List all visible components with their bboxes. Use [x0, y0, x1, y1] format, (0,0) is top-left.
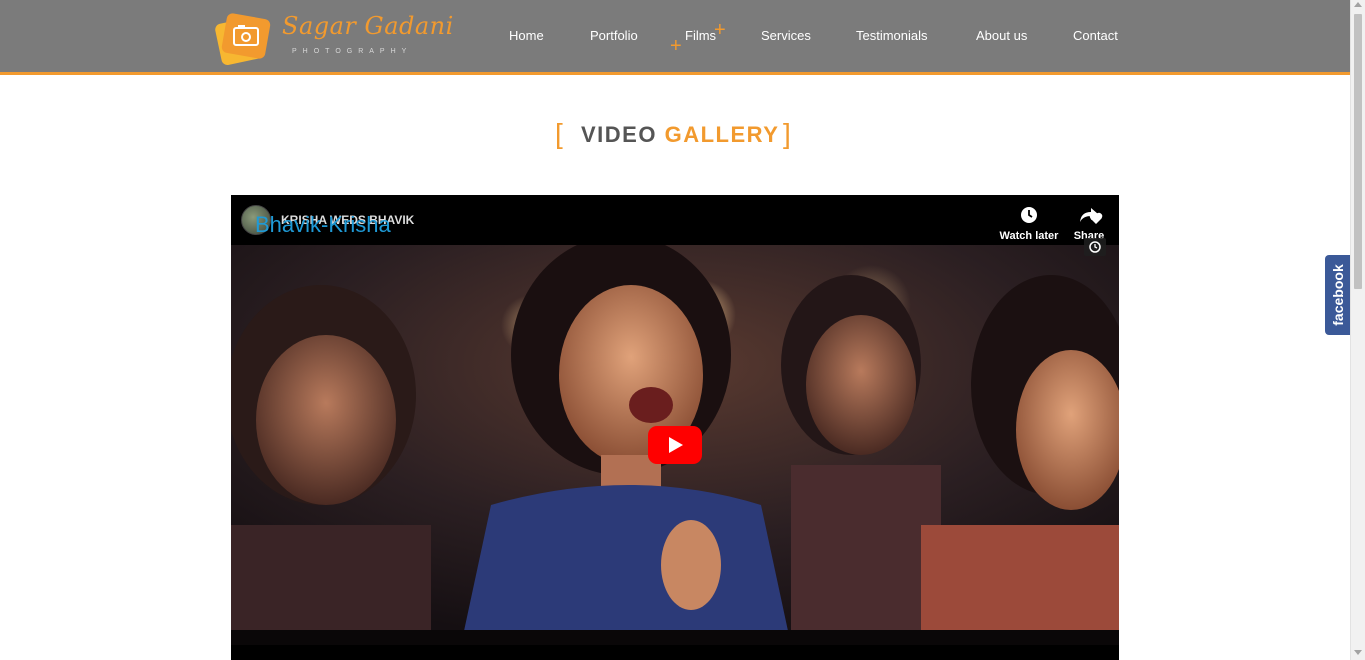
heading-bracket-left: [	[555, 118, 563, 149]
nav-item-portfolio[interactable]: Portfolio	[590, 28, 638, 43]
play-button[interactable]	[648, 426, 702, 464]
clock-small-icon	[1089, 241, 1101, 253]
later-clock-button[interactable]	[1084, 238, 1106, 256]
nav-item-about-us[interactable]: About us	[976, 28, 1027, 43]
nav-item-services[interactable]: Services	[761, 28, 811, 43]
clock-icon	[1021, 207, 1037, 223]
heading-word-video: VIDEO	[581, 122, 657, 147]
watch-later-button[interactable]: Watch later	[999, 205, 1059, 245]
heading-word-gallery: GALLERY	[664, 122, 780, 147]
video-title[interactable]: Bhavik-Krisha	[255, 212, 391, 238]
heading-title: VIDEO GALLERY	[581, 122, 779, 148]
nav-item-testimonials[interactable]: Testimonials	[856, 28, 928, 43]
like-button[interactable]	[1085, 209, 1107, 227]
facebook-label: facebook	[1329, 264, 1346, 326]
scroll-down-arrow-icon[interactable]	[1354, 650, 1362, 655]
nav-item-films[interactable]: Films	[685, 28, 716, 43]
heading-bracket-right: ]	[783, 118, 791, 149]
scroll-up-arrow-icon[interactable]	[1354, 2, 1362, 7]
main-nav: Home Portfolio + Films + Services Testim…	[0, 0, 1350, 72]
active-corner-decoration-right: +	[714, 19, 726, 41]
active-corner-decoration-left: +	[670, 35, 682, 57]
page-scrollbar[interactable]	[1350, 0, 1365, 660]
nav-item-contact[interactable]: Contact	[1073, 28, 1118, 43]
scroll-thumb[interactable]	[1354, 14, 1362, 289]
site-header: Sagar Gadani PHOTOGRAPHY Home Portfolio …	[0, 0, 1350, 75]
facebook-tab[interactable]: facebook	[1325, 255, 1350, 335]
video-player[interactable]: KRISHA WEDS BHAVIK Bhavik-Krisha Watch l…	[231, 195, 1119, 660]
video-bottom-strip	[231, 645, 1119, 660]
watch-later-label: Watch later	[999, 230, 1059, 242]
heart-icon	[1089, 212, 1103, 224]
nav-item-home[interactable]: Home	[509, 28, 544, 43]
section-heading: [ VIDEO GALLERY ]	[555, 118, 795, 150]
